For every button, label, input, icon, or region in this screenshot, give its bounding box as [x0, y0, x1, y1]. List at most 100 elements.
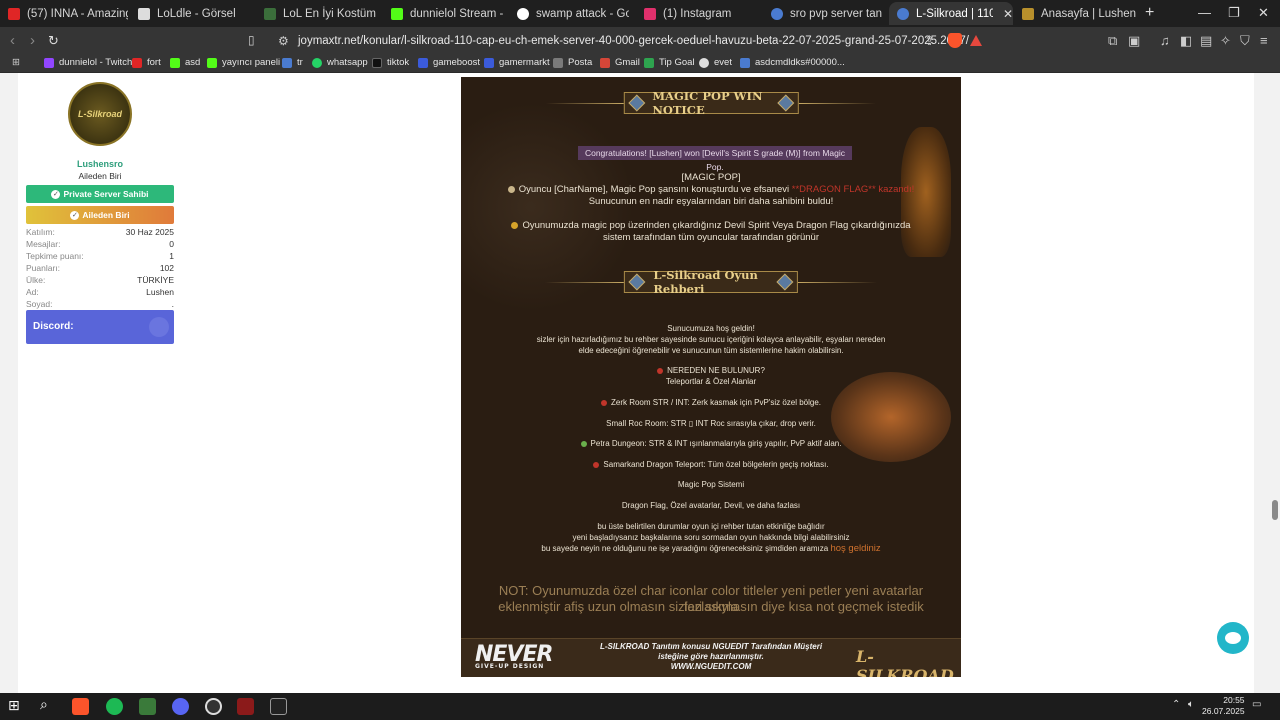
tab-kick[interactable]: dunnielol Stream - Watch: [383, 2, 503, 25]
tab-lushensro[interactable]: Anasayfa | LushenSro: [1014, 2, 1136, 25]
obs-icon[interactable]: [205, 698, 222, 715]
tab-instagram[interactable]: (1) Instagram: [636, 2, 756, 25]
maximize-button[interactable]: ❐: [1228, 5, 1240, 21]
loldle-icon: [138, 7, 150, 20]
avatar[interactable]: L-Silkroad: [68, 82, 132, 146]
minimize-button[interactable]: —: [1198, 5, 1211, 20]
marker-icon: [580, 440, 587, 447]
banner-aileden-biri: ✓ Aileden Biri: [26, 206, 174, 224]
wallet-icon[interactable]: ▤: [1200, 33, 1212, 49]
spotify-icon[interactable]: [106, 698, 123, 715]
bookmark-fort[interactable]: fort: [132, 57, 161, 68]
discord-icon[interactable]: [172, 698, 189, 715]
guide-line: bu üste belirtilen durumlar oyun içi reh…: [597, 522, 825, 531]
l-silkroad-logo: L-SILKROAD: [856, 647, 954, 677]
screenshot-icon[interactable]: ▣: [1128, 33, 1140, 49]
site-settings-icon[interactable]: ⚙: [278, 34, 290, 48]
guide-header: L-Silkroad Oyun Rehberi: [544, 268, 878, 296]
bookmark-yayinci-paneli[interactable]: yayıncı paneli: [207, 57, 280, 68]
forward-icon[interactable]: ›: [30, 32, 35, 49]
link-icon: [740, 57, 750, 68]
notification-icon[interactable]: ▭: [1252, 699, 1261, 710]
bookmark-whatsapp[interactable]: whatsapp: [312, 57, 368, 68]
new-tab-button[interactable]: +: [1145, 4, 1154, 22]
kick-icon: [207, 57, 217, 68]
clock[interactable]: 20:55 26.07.2025: [1202, 695, 1245, 717]
bookmark-asd[interactable]: asd: [170, 57, 200, 68]
star-icon: [507, 185, 515, 193]
extensions-icon[interactable]: ⧉: [1108, 33, 1117, 49]
marker-icon: [593, 461, 600, 468]
brave-rewards-icon[interactable]: [970, 35, 982, 46]
guide-line: Small Roc Room: STR ▯ INT Roc sırasıyla …: [606, 419, 816, 428]
riot-icon[interactable]: [237, 698, 254, 715]
guide-line: Teleportlar & Özel Alanlar: [665, 377, 757, 386]
github-icon: [699, 57, 709, 68]
volume-icon[interactable]: 🔈︎: [1188, 699, 1194, 710]
magic-pop-title: [MAGIC POP]: [681, 172, 741, 183]
stat-row: Ad: Lushen: [26, 287, 174, 297]
bookmark-gmail[interactable]: Gmail: [600, 57, 640, 68]
menu-icon[interactable]: ≡: [1260, 33, 1268, 48]
tab-sro-pvp[interactable]: sro pvp server tanıtımları: [763, 2, 883, 25]
chat-button[interactable]: [1217, 622, 1249, 654]
bookmark-asdcmdldks[interactable]: asdcmdldks#00000...: [740, 57, 845, 68]
stat-row: Soyad:.: [26, 299, 174, 309]
tab-loldle[interactable]: LoLdle - Görsel: [130, 2, 250, 25]
bookmark-evet[interactable]: evet: [699, 57, 732, 68]
gamermarkt-icon: [484, 57, 494, 68]
stat-row: Mesajlar: 0: [26, 239, 174, 249]
search-icon[interactable]: ⌕: [40, 696, 57, 713]
bookmark-posta[interactable]: Posta: [553, 57, 592, 68]
leo-ai-icon[interactable]: ✧: [1220, 33, 1231, 49]
kick-icon: [391, 7, 403, 20]
tab-lol[interactable]: LoL En İyi Kostüm Hangisi: [256, 2, 376, 25]
tiktok-icon: [372, 57, 382, 68]
media-icon[interactable]: ♫: [1160, 33, 1170, 48]
epic-games-icon[interactable]: [270, 698, 287, 715]
kick-icon: [170, 57, 180, 68]
stat-row: Tepkime puanı: 1: [26, 251, 174, 261]
scrollbar[interactable]: [1270, 73, 1280, 693]
vpn-icon[interactable]: ⛉: [1240, 33, 1250, 49]
bookmark-tiktok[interactable]: tiktok: [372, 57, 409, 68]
guide-line: NEREDEN NE BULUNUR?: [461, 365, 961, 376]
tab-l-silkroad-active[interactable]: L-Silkroad | 110 Cap E✕: [889, 2, 1013, 25]
bookmark-tr[interactable]: tr: [282, 57, 303, 68]
stat-row: Katılım: 30 Haz 2025: [26, 227, 174, 237]
windows-taskbar: ⊞ ⌕ ⌃ 🔈︎ 20:55 26.07.2025 ▭: [0, 693, 1280, 720]
banner-private-server-owner: ✓ Private Server Sahibi: [26, 185, 174, 203]
bookmark-tip-goal[interactable]: Tip Goal: [644, 57, 695, 68]
scrollbar-thumb[interactable]: [1272, 500, 1278, 520]
username-link[interactable]: Lushensro: [26, 159, 174, 169]
note-line: eklenmiştir afiş uzun olmasın sizleri sı…: [498, 599, 924, 614]
close-tab-icon[interactable]: ✕: [1003, 7, 1013, 21]
magic-pop-header: MAGIC POP WIN NOTICE: [545, 89, 877, 117]
gmail-icon: [600, 57, 610, 68]
minecraft-icon[interactable]: [139, 698, 156, 715]
windows-start-icon[interactable]: ⊞: [8, 697, 25, 714]
diamond-icon: [777, 94, 795, 112]
brave-shields-icon[interactable]: [948, 33, 962, 48]
check-icon: ✓: [51, 189, 61, 199]
brave-icon[interactable]: [72, 698, 89, 715]
apps-icon[interactable]: ⊞: [12, 57, 20, 68]
tab-google[interactable]: swamp attack - Google'da: [509, 2, 629, 25]
close-window-button[interactable]: ✕: [1258, 5, 1269, 21]
bookmark-gameboost[interactable]: gameboost: [418, 57, 480, 68]
back-icon[interactable]: ‹: [10, 32, 15, 49]
sidebar-icon[interactable]: ◧: [1180, 33, 1192, 49]
whatsapp-icon: [312, 57, 322, 68]
stat-row: Ülke: TÜRKİYE: [26, 275, 174, 285]
tray-chevron-icon[interactable]: ⌃: [1172, 699, 1180, 710]
credit-text: L-SILKROAD Tanıtım konusu NGUEDIT Tarafı…: [599, 642, 823, 671]
discord-field[interactable]: Discord:: [26, 310, 174, 344]
bookmark-icon[interactable]: ▯: [248, 33, 255, 47]
forum-icon: [897, 7, 909, 20]
bookmark-gamermarkt[interactable]: gamermarkt: [484, 57, 550, 68]
tab-youtube[interactable]: (57) INNA - Amazing (Offi: [0, 2, 128, 25]
bookmark-twitch[interactable]: dunnielol - Twitch: [44, 57, 132, 68]
reload-icon[interactable]: ↻: [48, 33, 59, 49]
share-icon[interactable]: ⇪: [924, 33, 935, 49]
url-field[interactable]: ⚙ joymaxtr.net/konular/l-silkroad-110-ca…: [268, 30, 990, 51]
